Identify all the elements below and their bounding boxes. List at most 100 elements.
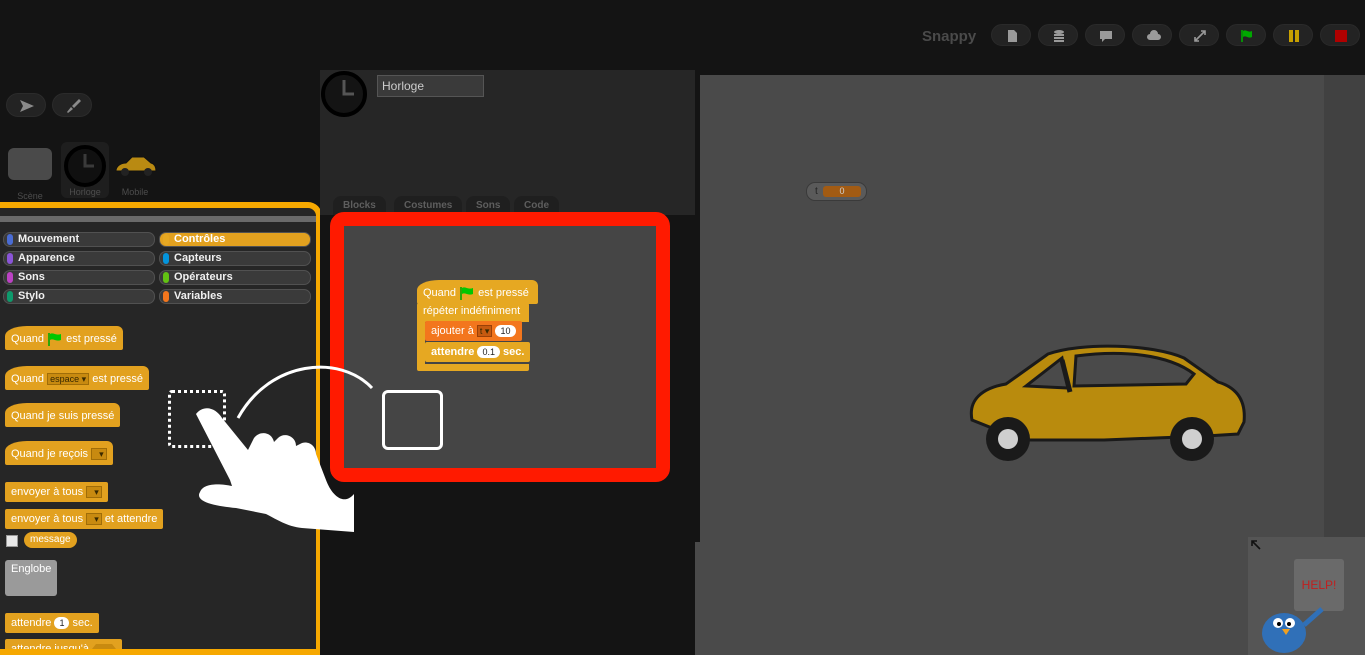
block-text: message <box>30 534 71 545</box>
script-when-flag-block[interactable]: Quand est pressé <box>417 280 538 304</box>
dropdown-value: espace <box>50 374 80 385</box>
category-variables[interactable]: Variables <box>159 289 311 304</box>
fullscreen-button[interactable] <box>1179 24 1219 46</box>
category-color-dot <box>7 253 13 264</box>
paint-tool-button[interactable] <box>52 93 92 117</box>
category-label: Variables <box>174 290 223 302</box>
pause-icon <box>1289 30 1299 42</box>
message-dropdown[interactable]: ▾ <box>86 486 102 499</box>
block-text: est pressé <box>478 287 529 299</box>
wait-seconds-block[interactable]: attendre 0.1 sec. <box>425 342 531 362</box>
block-text: répéter indéfiniment <box>423 305 521 317</box>
block-text: et attendre <box>104 513 158 525</box>
stop-button[interactable] <box>1320 24 1360 46</box>
sprite-thumbnail-mobile[interactable] <box>113 150 157 180</box>
watcher-value: 0 <box>823 186 861 197</box>
block-text: attendre <box>431 346 475 358</box>
category-operateurs[interactable]: Opérateurs <box>159 270 311 285</box>
category-label: Capteurs <box>174 252 222 264</box>
collapse-arrow-icon[interactable] <box>1248 537 1264 553</box>
corral-label-stage: Scène <box>17 191 43 201</box>
category-label: Contrôles <box>174 233 226 245</box>
when-i-receive-block[interactable]: Quand je reçois ▾ <box>5 441 113 465</box>
category-color-dot <box>163 291 169 302</box>
cloud-storage-button[interactable] <box>1038 24 1078 46</box>
cloud-button[interactable] <box>1132 24 1172 46</box>
comment-button[interactable] <box>1085 24 1125 46</box>
block-text: est pressé <box>66 333 117 345</box>
block-text: Englobe <box>11 563 52 575</box>
script-focus-frame: Quand est pressé répéter indéfiniment aj… <box>330 212 670 482</box>
app-title: Snappy <box>922 28 977 45</box>
file-icon <box>1008 30 1017 42</box>
green-flag-button[interactable] <box>1226 24 1266 46</box>
category-color-dot <box>7 272 13 283</box>
brush-icon <box>67 99 81 113</box>
change-value-input[interactable]: 10 <box>495 325 516 338</box>
top-bar: Snappy <box>0 0 1365 70</box>
car-sprite[interactable] <box>962 340 1248 465</box>
palette-divider <box>0 216 316 222</box>
category-label: Opérateurs <box>174 271 233 283</box>
corral-label-mobile: Mobile <box>121 187 149 197</box>
clock-icon <box>64 145 106 187</box>
when-flag-clicked-block[interactable]: Quand est pressé <box>5 326 123 350</box>
pause-button[interactable] <box>1273 24 1313 46</box>
category-label: Stylo <box>18 290 45 302</box>
wait-seconds-block[interactable]: attendre 1 sec. <box>5 613 99 633</box>
arrow-tool-button[interactable] <box>6 93 46 117</box>
seconds-input[interactable]: 0.1 <box>477 346 500 359</box>
message-dropdown[interactable]: ▾ <box>91 448 107 461</box>
variable-watcher[interactable]: t 0 <box>806 182 867 201</box>
hand-pointer-icon <box>196 408 354 532</box>
broadcast-block[interactable]: envoyer à tous ▾ <box>5 482 108 502</box>
category-apparence[interactable]: Apparence <box>3 251 155 266</box>
snap-ide: Snappy Scène Horloge Mobile Mouvement Ap… <box>0 0 1365 655</box>
message-checkbox[interactable] <box>6 535 18 547</box>
sprite-name-input[interactable]: Horloge <box>377 75 484 97</box>
block-text: est pressé <box>92 373 143 385</box>
message-dropdown[interactable]: ▾ <box>86 513 102 526</box>
broadcast-and-wait-block[interactable]: envoyer à tous ▾ et attendre <box>5 509 164 529</box>
block-text: envoyer à tous <box>11 486 84 498</box>
category-capteurs[interactable]: Capteurs <box>159 251 311 266</box>
category-color-dot <box>163 272 169 283</box>
car-icon <box>115 156 157 176</box>
file-button[interactable] <box>991 24 1031 46</box>
database-icon <box>1054 30 1064 42</box>
block-text: attendre <box>11 617 52 629</box>
block-text: sec. <box>503 346 525 358</box>
green-flag-icon <box>1241 30 1252 42</box>
comment-icon <box>1100 31 1112 42</box>
block-text: Quand <box>423 287 457 299</box>
category-mouvement[interactable]: Mouvement <box>3 232 155 247</box>
category-color-dot <box>7 234 13 245</box>
category-label: Sons <box>18 271 45 283</box>
category-color-dot <box>7 291 13 302</box>
dropdown-value: t <box>479 326 483 337</box>
block-text: Quand <box>11 333 45 345</box>
boolean-slot[interactable] <box>92 644 116 654</box>
key-dropdown[interactable]: espace ▾ <box>47 373 90 386</box>
category-sons[interactable]: Sons <box>3 270 155 285</box>
block-text: Quand <box>11 373 45 385</box>
variable-dropdown[interactable]: t ▾ <box>476 325 493 338</box>
category-label: Apparence <box>18 252 75 264</box>
change-variable-block[interactable]: ajouter à t ▾ 10 <box>425 321 522 341</box>
stage[interactable] <box>700 75 1324 542</box>
stage-thumbnail[interactable] <box>8 148 52 180</box>
seconds-input[interactable]: 1 <box>54 617 70 630</box>
when-key-pressed-block[interactable]: Quand espace ▾ est pressé <box>5 366 149 390</box>
category-stylo[interactable]: Stylo <box>3 289 155 304</box>
cloud-icon <box>1147 30 1161 40</box>
message-reporter-block[interactable]: message <box>24 532 77 548</box>
when-sprite-clicked-block[interactable]: Quand je suis pressé <box>5 403 121 427</box>
wrap-block[interactable]: Englobe <box>5 560 57 596</box>
block-text: ajouter à <box>431 325 474 337</box>
watcher-name: t <box>815 186 818 197</box>
mascot-bird-icon <box>1262 607 1324 653</box>
category-color-dot <box>163 253 169 264</box>
wait-until-block[interactable]: attendre jusqu'à <box>5 639 122 654</box>
category-controles[interactable]: Contrôles <box>159 232 311 247</box>
green-flag-icon <box>48 333 62 347</box>
